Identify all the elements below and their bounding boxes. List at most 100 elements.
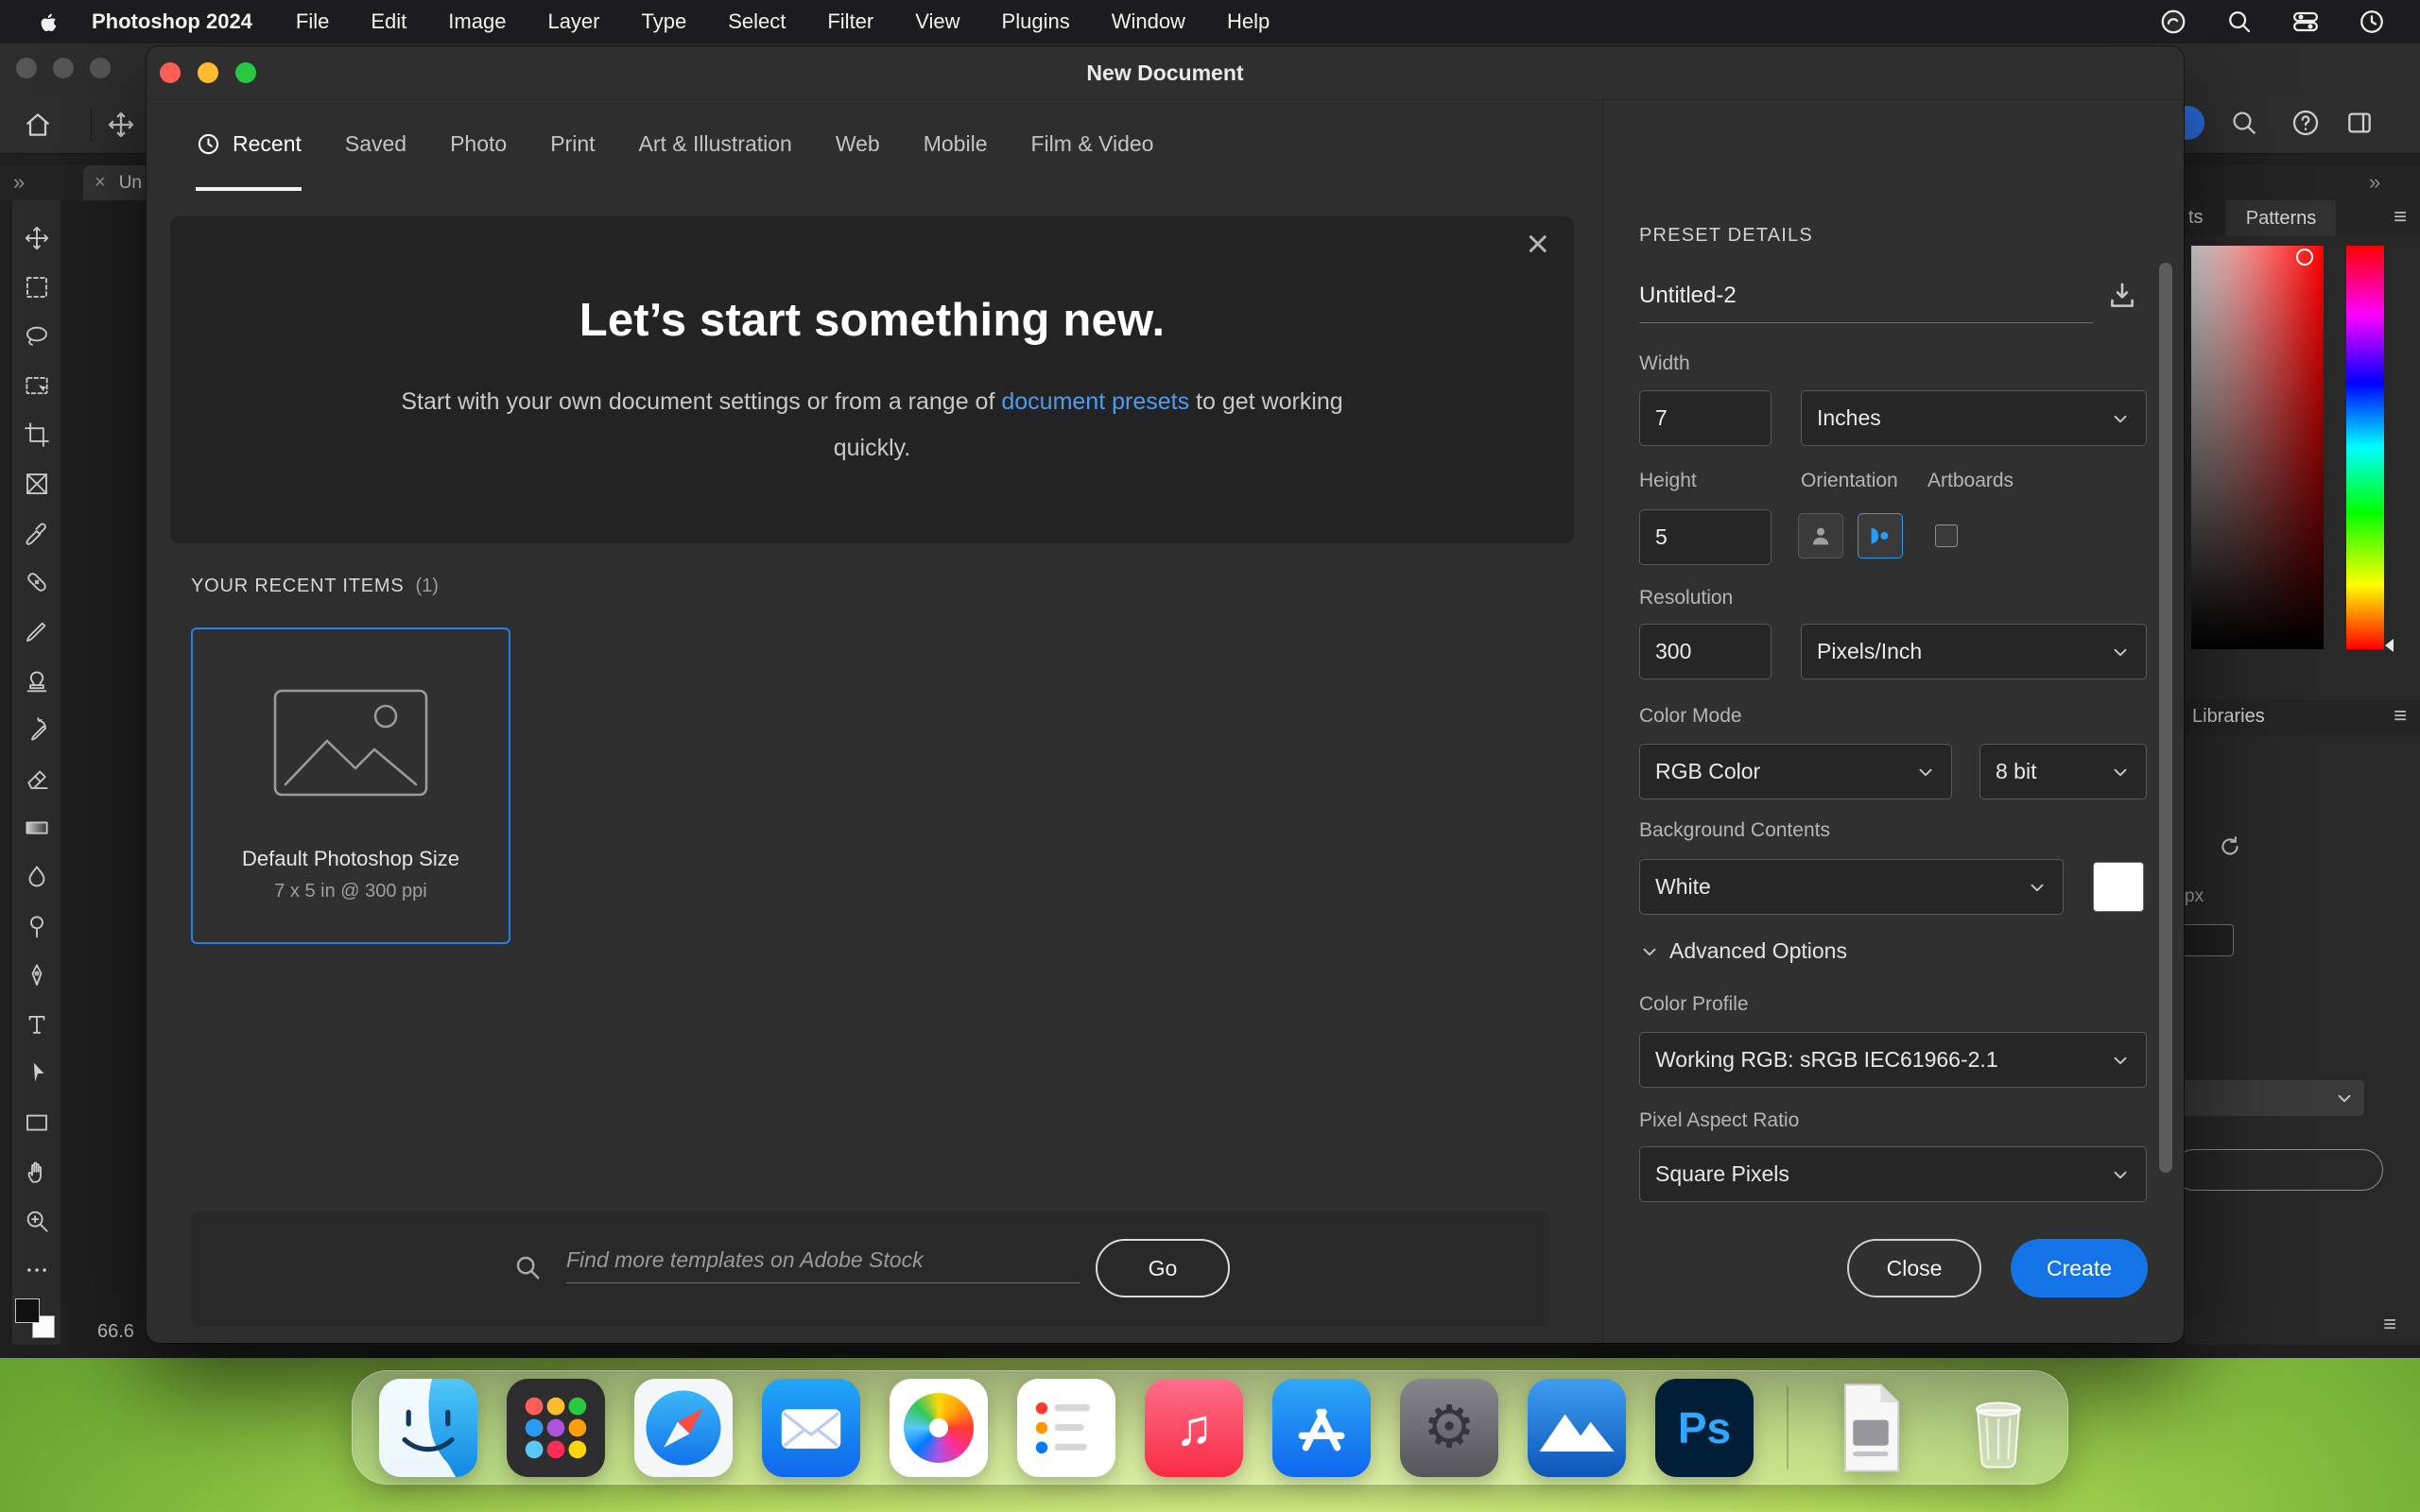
panel-menu-icon[interactable]: ≡ <box>2394 206 2407 229</box>
reset-icon[interactable] <box>2217 833 2243 860</box>
save-preset-icon[interactable] <box>2106 280 2138 312</box>
menu-image[interactable]: Image <box>448 9 506 34</box>
window-zoom-button[interactable] <box>90 58 111 78</box>
creative-cloud-icon[interactable] <box>2159 8 2187 36</box>
panel-input-fragment[interactable] <box>2185 924 2234 956</box>
dialog-scrollbar[interactable] <box>2159 263 2172 1173</box>
clock-icon[interactable] <box>2358 8 2386 36</box>
menu-help[interactable]: Help <box>1227 9 1270 34</box>
tab-recent[interactable]: Recent <box>196 100 302 191</box>
tab-print[interactable]: Print <box>550 100 595 191</box>
tool-zoom[interactable] <box>12 1196 61 1246</box>
tab-web[interactable]: Web <box>836 100 880 191</box>
bottom-panel-menu-icon[interactable]: ≡ <box>2383 1314 2396 1336</box>
orientation-landscape-button[interactable] <box>1858 513 1903 558</box>
dock-photos-icon[interactable] <box>890 1378 988 1477</box>
menu-select[interactable]: Select <box>728 9 786 34</box>
tool-object-selection[interactable] <box>12 361 61 410</box>
panel-overflow-chevron[interactable]: » <box>2369 170 2380 195</box>
tool-frame[interactable] <box>12 459 61 508</box>
color-field-marker[interactable] <box>2296 249 2313 266</box>
tool-gradient[interactable] <box>12 803 61 852</box>
zoom-percentage[interactable]: 66.6 <box>97 1321 134 1343</box>
menu-app-name[interactable]: Photoshop 2024 <box>92 9 252 34</box>
home-icon[interactable] <box>23 110 53 140</box>
advanced-options-toggle[interactable]: Advanced Options <box>1639 938 1847 964</box>
dock-safari-icon[interactable] <box>634 1378 733 1477</box>
tool-hand[interactable] <box>12 1147 61 1196</box>
apple-logo-icon[interactable] <box>38 9 60 35</box>
tool-move[interactable] <box>12 214 61 263</box>
tool-blur[interactable] <box>12 852 61 902</box>
artboards-checkbox[interactable] <box>1935 524 1958 547</box>
dock-trash-icon[interactable] <box>1949 1379 2048 1477</box>
control-center-icon[interactable] <box>2291 8 2320 36</box>
tool-edit-toolbar[interactable] <box>12 1246 61 1295</box>
menu-view[interactable]: View <box>915 9 959 34</box>
tool-healing-brush[interactable] <box>12 558 61 607</box>
tool-marquee[interactable] <box>12 263 61 312</box>
color-saturation-field[interactable] <box>2191 246 2324 649</box>
create-button[interactable]: Create <box>2011 1239 2148 1297</box>
tool-dodge[interactable] <box>12 902 61 951</box>
dock-reminders-icon[interactable] <box>1017 1378 1115 1477</box>
resolution-input[interactable] <box>1639 624 1772 679</box>
tab-saved[interactable]: Saved <box>345 100 406 191</box>
window-close-button[interactable] <box>16 58 37 78</box>
menu-layer[interactable]: Layer <box>547 9 599 34</box>
tool-eyedropper[interactable] <box>12 508 61 558</box>
menu-edit[interactable]: Edit <box>371 9 406 34</box>
panel-dropdown-fragment[interactable] <box>2185 1080 2364 1116</box>
menu-file[interactable]: File <box>296 9 329 34</box>
move-tool-options-icon[interactable] <box>106 110 136 140</box>
dock-music-icon[interactable]: ♫ <box>1145 1378 1243 1477</box>
background-color-swatch[interactable] <box>2093 862 2144 912</box>
background-contents-dropdown[interactable]: White <box>1639 859 2064 915</box>
close-button[interactable]: Close <box>1847 1239 1981 1297</box>
dock-appstore-icon[interactable] <box>1272 1378 1371 1477</box>
dock-finder-icon[interactable] <box>379 1378 477 1477</box>
document-name-field[interactable]: Untitled-2 <box>1639 283 2093 323</box>
orientation-portrait-button[interactable] <box>1798 513 1843 558</box>
window-minimize-button[interactable] <box>53 58 74 78</box>
dock-photoshop-icon[interactable]: Ps <box>1655 1378 1754 1477</box>
height-input[interactable] <box>1639 509 1772 565</box>
tab-close-icon[interactable]: × <box>95 172 106 194</box>
menu-type[interactable]: Type <box>642 9 687 34</box>
workspace-icon[interactable] <box>2344 108 2375 138</box>
tool-eraser[interactable] <box>12 754 61 803</box>
bit-depth-dropdown[interactable]: 8 bit <box>1979 744 2147 799</box>
panel-button-fragment[interactable] <box>2185 1149 2383 1191</box>
search-icon[interactable] <box>2229 108 2259 138</box>
tool-pen[interactable] <box>12 951 61 1000</box>
dock-document-icon[interactable] <box>1822 1379 1920 1477</box>
go-button[interactable]: Go <box>1096 1239 1230 1297</box>
tool-path-selection[interactable] <box>12 1049 61 1098</box>
tab-photo[interactable]: Photo <box>450 100 507 191</box>
menu-window[interactable]: Window <box>1112 9 1185 34</box>
hero-close-icon[interactable]: × <box>1526 224 1549 264</box>
tool-history-brush[interactable] <box>12 705 61 754</box>
document-presets-link[interactable]: document presets <box>1001 388 1189 415</box>
tab-film-video[interactable]: Film & Video <box>1031 100 1154 191</box>
menu-plugins[interactable]: Plugins <box>1002 9 1070 34</box>
hue-slider[interactable] <box>2346 246 2384 649</box>
width-input[interactable] <box>1639 390 1772 446</box>
tab-art-illustration[interactable]: Art & Illustration <box>639 100 792 191</box>
toolbar-overflow-chevron[interactable]: » <box>13 170 25 195</box>
panel-tab-libraries[interactable]: Libraries <box>2192 706 2265 728</box>
tab-mobile[interactable]: Mobile <box>924 100 988 191</box>
libraries-menu-icon[interactable]: ≡ <box>2394 705 2407 728</box>
tool-lasso[interactable] <box>12 312 61 361</box>
width-unit-dropdown[interactable]: Inches <box>1801 390 2147 446</box>
panel-tab-patterns[interactable]: Patterns <box>2226 200 2336 236</box>
dock-mountain-app-icon[interactable] <box>1528 1378 1626 1477</box>
pixel-aspect-ratio-dropdown[interactable]: Square Pixels <box>1639 1146 2147 1202</box>
dock-launchpad-icon[interactable] <box>507 1378 605 1477</box>
tool-brush[interactable] <box>12 607 61 656</box>
panel-tab-partial[interactable]: ts <box>2188 207 2204 229</box>
color-mode-dropdown[interactable]: RGB Color <box>1639 744 1952 799</box>
tool-type[interactable] <box>12 1000 61 1049</box>
resolution-unit-dropdown[interactable]: Pixels/Inch <box>1801 624 2147 679</box>
menu-filter[interactable]: Filter <box>827 9 873 34</box>
